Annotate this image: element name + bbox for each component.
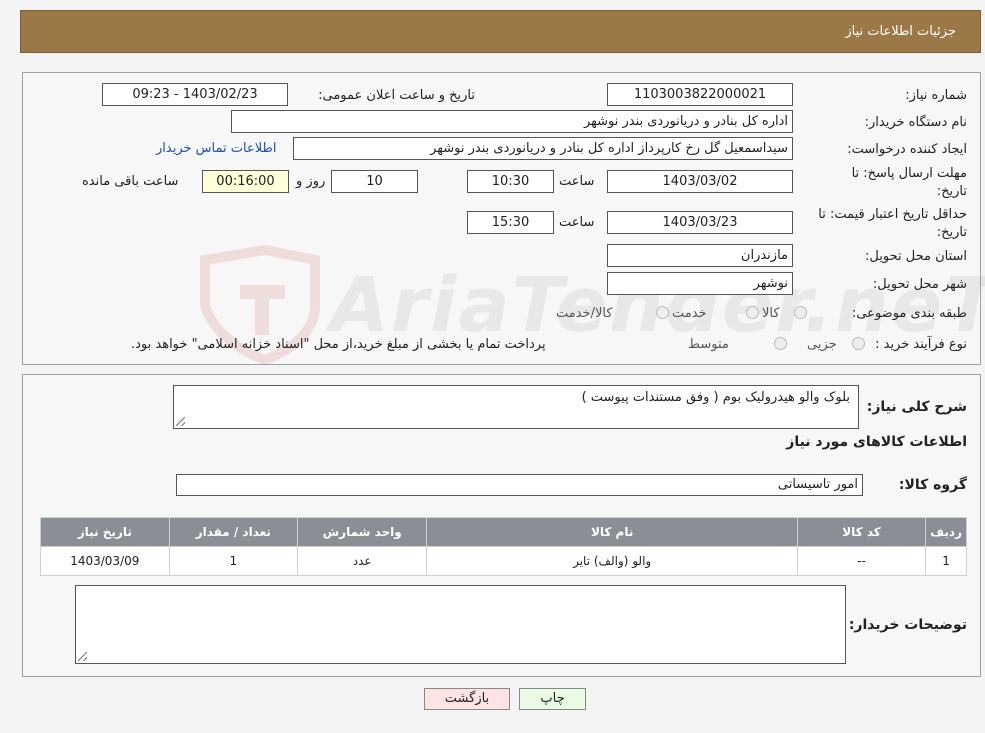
goods-group-field: امور تاسیساتی [176,474,863,496]
process-payment-note: پرداخت تمام یا بخشی از مبلغ خرید،از محل … [131,337,546,352]
deadline-time-field: 10:30 [467,170,554,193]
print-button[interactable]: چاپ [519,688,586,710]
cell-row-number: 1 [925,546,967,576]
resize-handle-icon[interactable] [176,417,185,426]
delivery-city-label: شهر محل تحویل: [872,277,967,292]
process-type-label: نوع فرآیند خرید : [875,337,967,352]
announce-datetime-field: 1403/02/23 - 09:23 [102,83,288,106]
items-table: ردیف کد کالا نام کالا واحد شمارش تعداد /… [40,517,967,576]
col-need-date: تاریخ نیاز [40,517,170,547]
col-goods-code: کد کالا [796,517,927,547]
process-medium-label: متوسط [688,337,729,352]
buyer-org-field: اداره کل بنادر و دریانوردی بندر نوشهر [231,110,793,133]
request-creator-label: ایجاد کننده درخواست: [847,142,967,157]
cell-quantity: 1 [168,546,298,576]
buyer-org-label: نام دستگاه خریدار: [864,115,967,130]
deadline-label-date: تاریخ: [936,184,967,199]
page-header: جزئیات اطلاعات نیاز [20,10,981,53]
table-row: 1 -- والو (والف) تایر عدد 1 1403/03/09 [40,546,967,576]
validity-time-label: ساعت [559,215,595,230]
items-table-header: ردیف کد کالا نام کالا واحد شمارش تعداد /… [40,517,967,547]
cell-need-date: 1403/03/09 [40,546,170,576]
items-section-title: اطلاعات کالاهای مورد نیاز [786,434,967,450]
price-validity-time-field: 15:30 [467,211,554,234]
col-goods-name: نام کالا [426,517,798,547]
remaining-time-field: 00:16:00 [202,170,289,193]
request-creator-field: سیداسمعیل گل رخ کارپرداز اداره کل بنادر … [293,137,793,160]
price-validity-label-date: تاریخ: [936,225,967,240]
days-label: روز و [296,174,326,189]
goods-group-label: گروه کالا: [898,477,967,493]
price-validity-label: حداقل تاریخ اعتبار قیمت: تا [818,207,967,222]
page-title: جزئیات اطلاعات نیاز [845,24,956,39]
buyer-contact-link[interactable]: اطلاعات تماس خریدار [156,141,276,156]
process-medium-radio[interactable] [774,337,787,350]
deadline-label: مهلت ارسال پاسخ: تا [851,166,967,181]
buyer-notes-label: توضیحات خریدار: [848,617,967,633]
need-summary-text: بلوک والو هیدرولیک بوم ( وفق مستندات پیو… [581,390,850,405]
cell-goods-name: والو (والف) تایر [426,546,798,576]
process-minor-label: جزیی [807,337,837,352]
col-row-number: ردیف [925,517,967,547]
category-service-label: خدمت [672,306,707,321]
cell-goods-code: -- [796,546,927,576]
category-goods-service-radio[interactable] [656,306,669,319]
process-minor-radio[interactable] [852,337,865,350]
category-goods-service-label: کالا/خدمت [556,306,613,321]
category-label: طبقه بندی موضوعی: [851,306,967,321]
category-service-radio[interactable] [746,306,759,319]
category-goods-radio[interactable] [794,306,807,319]
category-goods-label: کالا [762,306,780,321]
buyer-notes-field[interactable] [75,585,846,664]
delivery-city-field: نوشهر [607,272,793,295]
need-summary-label: شرح کلی نیاز: [866,399,967,415]
need-number-field: 1103003822000021 [607,83,793,106]
remaining-label: ساعت باقی مانده [82,174,179,189]
need-number-label: شماره نیاز: [905,88,967,103]
back-button[interactable]: بازگشت [424,688,510,710]
need-summary-field[interactable]: بلوک والو هیدرولیک بوم ( وفق مستندات پیو… [173,385,859,429]
deadline-date-field: 1403/03/02 [607,170,793,193]
deadline-time-label: ساعت [559,174,595,189]
announce-datetime-label: تاریخ و ساعت اعلان عمومی: [318,88,475,103]
col-quantity: تعداد / مقدار [168,517,298,547]
price-validity-date-field: 1403/03/23 [607,211,793,234]
delivery-province-field: مازندران [607,244,793,267]
resize-handle-icon[interactable] [78,652,87,661]
cell-unit: عدد [296,546,428,576]
remaining-days-field: 10 [331,170,418,193]
delivery-province-label: استان محل تحویل: [865,249,967,264]
col-unit: واحد شمارش [296,517,428,547]
